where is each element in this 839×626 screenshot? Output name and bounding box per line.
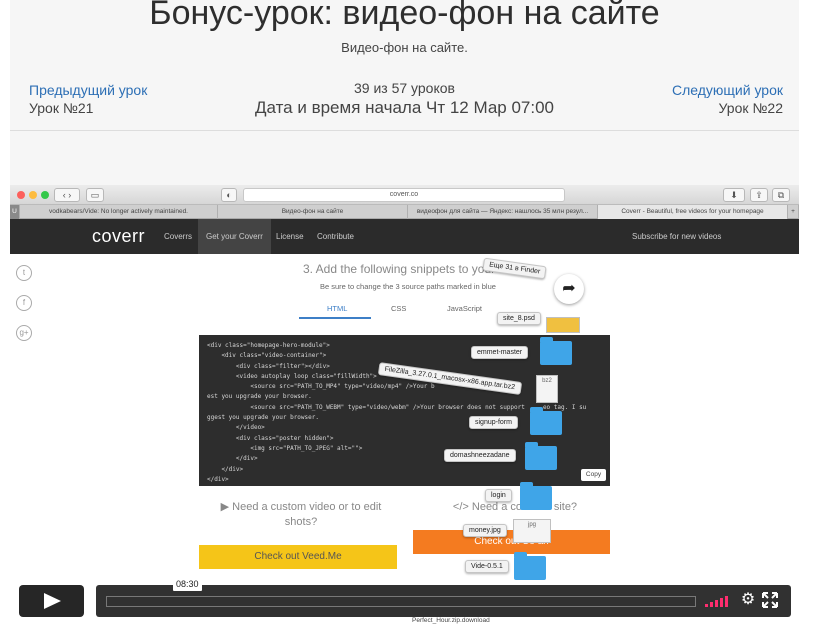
finder-label: Еще 31 в Finder: [482, 257, 548, 280]
promo-custom-video: ▶ Need a custom video or to edit shots?: [220, 501, 382, 528]
psd-file-icon: [546, 317, 580, 333]
coverr-nav-item: Coverrs: [164, 232, 193, 241]
sidebar-icon: ▭: [86, 188, 104, 202]
folder-icon: [530, 407, 562, 435]
browser-tab-strip: U vodkabears/Vide: No longer actively ma…: [10, 205, 799, 219]
coverr-nav-subscribe: Subscribe for new videos: [632, 232, 722, 241]
browser-tab: vodkabears/Vide: No longer actively main…: [20, 205, 218, 219]
tabs-overview-icon: ⧉: [772, 188, 790, 202]
volume-bar: [720, 598, 723, 607]
coverr-nav-item: Contribute: [317, 232, 354, 241]
code-line: </div>: [207, 475, 229, 483]
code-tab-javascript: JavaScript: [447, 304, 483, 313]
play-button[interactable]: [19, 585, 84, 617]
code-line: <div class="poster hidden">: [207, 434, 334, 442]
browser-tab-active: Coverr - Beautiful, free videos for your…: [598, 205, 788, 219]
coverr-page: t f g+ 3. Add the following snippets to …: [10, 254, 799, 626]
next-lesson-number: Урок №22: [718, 100, 783, 116]
coverr-logo: coverr: [92, 226, 146, 246]
folder-icon: [540, 337, 572, 365]
folder-icon: [525, 442, 557, 470]
new-tab-icon: +: [788, 205, 799, 219]
volume-bar: [705, 604, 708, 607]
coverr-nav: coverr Coverrs Get your Coverr License C…: [10, 219, 799, 254]
volume-icon[interactable]: [705, 595, 731, 607]
close-window-icon: [17, 191, 25, 199]
browser-toolbar: ‹ › ▭ ◐ coverr.co ⬇ ⇪ ⧉: [10, 185, 799, 205]
maximize-window-icon: [41, 191, 49, 199]
active-tab-underline: [299, 317, 371, 319]
browser-tab: видеофон для сайта — Яндекс: нашлось 35 …: [408, 205, 598, 219]
lesson-subtitle: Видео-фон на сайте.: [341, 40, 468, 55]
finder-label: domashneezadane: [444, 449, 516, 462]
next-lesson-link[interactable]: Следующий урок: [672, 82, 783, 98]
video-player[interactable]: ‹ › ▭ ◐ coverr.co ⬇ ⇪ ⧉ U vodkabears/Vid…: [10, 185, 799, 626]
copy-label: Copy: [581, 469, 606, 481]
pinned-tab-icon: U: [10, 205, 20, 219]
lesson-title: Бонус-урок: видео-фон на сайте: [149, 0, 660, 32]
finder-label: site_8.psd: [497, 312, 541, 325]
coverr-orange-button: Check out Co an: [413, 530, 610, 554]
veed-button: Check out Veed.Me: [199, 545, 397, 569]
image-file-icon: jpg: [513, 519, 551, 543]
privacy-icon: ◐: [221, 188, 237, 202]
progress-bar[interactable]: [106, 596, 696, 607]
finder-label: emmet-master: [471, 346, 529, 359]
control-bar: 08:30 ⚙: [96, 578, 791, 617]
finder-label: money.jpg: [463, 524, 507, 537]
lesson-header: Бонус-урок: видео-фон на сайте Видео-фон…: [10, 0, 799, 185]
step-heading: 3. Add the following snippets to your: [303, 262, 496, 276]
twitter-icon: t: [16, 265, 32, 281]
volume-bar: [710, 602, 713, 607]
download-icon: ⬇: [723, 188, 745, 202]
finder-label: login: [485, 489, 512, 502]
url-bar: coverr.co: [243, 188, 565, 202]
settings-gear-icon[interactable]: ⚙: [740, 592, 756, 608]
browser-tab: Видео-фон на сайте: [218, 205, 408, 219]
finder-label: signup-form: [469, 416, 518, 429]
page: Бонус-урок: видео-фон на сайте Видео-фон…: [0, 0, 839, 626]
share-arrow-icon: ➦: [554, 274, 584, 304]
finder-label: Vide-0.5.1: [465, 560, 509, 573]
archive-file-icon: bz2: [536, 375, 558, 403]
facebook-icon: f: [16, 295, 32, 311]
volume-bar: [715, 600, 718, 607]
share-icon: ⇪: [750, 188, 768, 202]
folder-icon: [520, 482, 552, 510]
step-note: Be sure to change the 3 source paths mar…: [320, 282, 496, 291]
back-forward-icon: ‹ ›: [54, 188, 80, 202]
time-tooltip: 08:30: [173, 578, 202, 591]
coverr-nav-item: Get your Coverr: [198, 219, 271, 254]
google-plus-icon: g+: [16, 325, 32, 341]
folder-icon: [514, 552, 546, 580]
lesson-start-time: Дата и время начала Чт 12 Мар 07:00: [254, 98, 555, 117]
code-tab-css: CSS: [391, 304, 407, 313]
promo-coder: </> Need a coder ur site?: [452, 501, 578, 513]
coverr-nav-item: License: [276, 232, 304, 241]
volume-bar: [725, 596, 728, 607]
code-tab-html: HTML: [327, 304, 348, 313]
header-divider: [10, 130, 799, 131]
minimize-window-icon: [29, 191, 37, 199]
fullscreen-icon[interactable]: [762, 592, 778, 608]
player-controls: 08:30 ⚙: [10, 578, 799, 626]
